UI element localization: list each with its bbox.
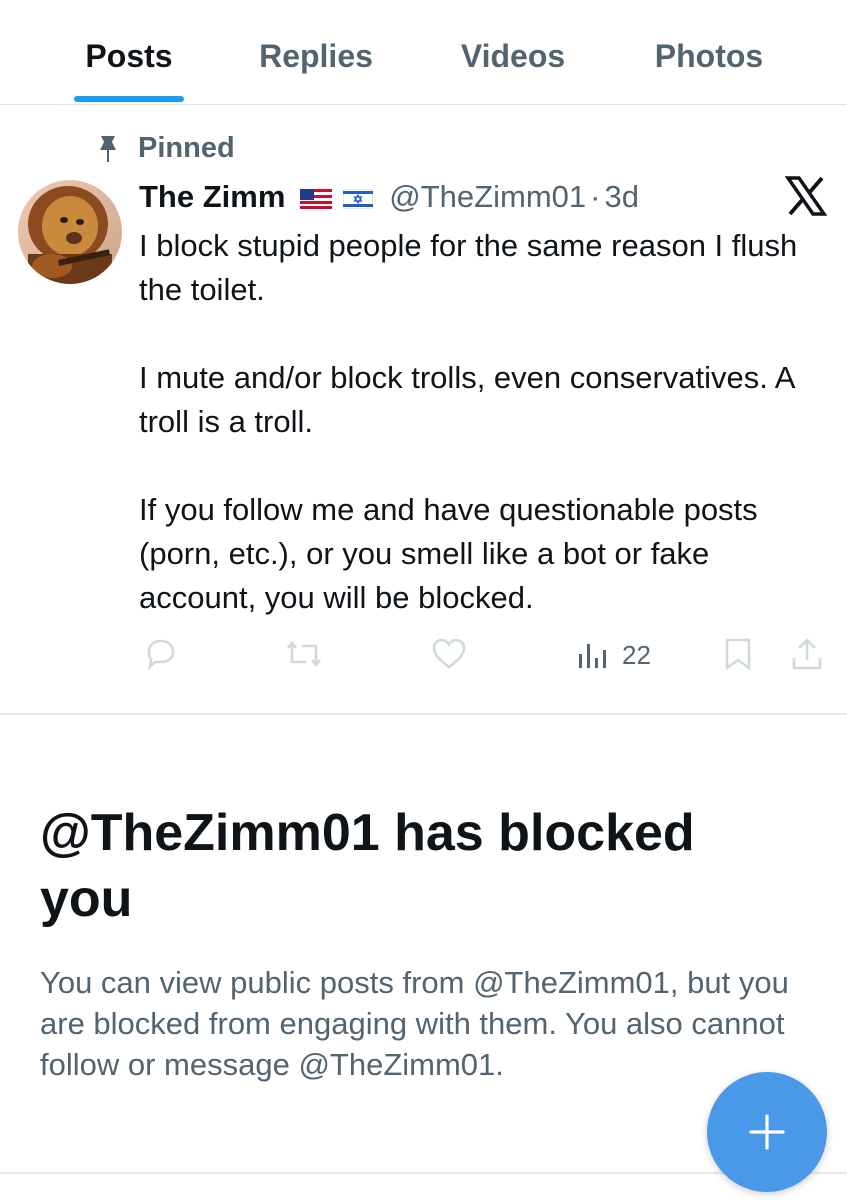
like-icon [432, 638, 466, 669]
post-paragraph: I mute and/or block trolls, even conserv… [139, 360, 794, 439]
views-icon [579, 644, 606, 668]
user-handle[interactable]: @TheZimm01 [389, 179, 586, 214]
post-paragraph: If you follow me and have questionable p… [139, 492, 758, 615]
views-button[interactable] [577, 636, 609, 676]
post-paragraph: I block stupid people for the same reaso… [139, 228, 798, 307]
bookmark-button[interactable] [722, 636, 754, 676]
active-tab-indicator [74, 96, 184, 102]
post-text: I block stupid people for the same reaso… [139, 224, 829, 620]
israel-flag-icon [342, 188, 373, 209]
share-icon [792, 638, 822, 670]
tab-videos[interactable]: Videos [446, 36, 580, 76]
separator-dot: · [590, 179, 601, 214]
bottom-divider [0, 1172, 847, 1174]
bookmark-icon [725, 638, 751, 671]
tab-posts[interactable]: Posts [74, 36, 184, 76]
tab-photos[interactable]: Photos [642, 36, 776, 76]
us-flag-icon [300, 188, 333, 209]
profile-tabs: Posts Replies Videos Photos [0, 0, 847, 105]
repost-button[interactable] [284, 636, 324, 676]
like-button[interactable] [430, 636, 468, 676]
plus-icon [749, 1114, 785, 1150]
pinned-label: Pinned [138, 132, 235, 164]
reply-button[interactable] [143, 636, 179, 676]
repost-icon [286, 640, 322, 668]
share-button[interactable] [790, 636, 824, 676]
avatar[interactable] [18, 180, 122, 284]
blocked-description: You can view public posts from @TheZimm0… [40, 965, 789, 1082]
tab-replies[interactable]: Replies [246, 36, 386, 76]
post-header: The Zimm @TheZimm01 · 3d [139, 176, 639, 218]
x-logo-icon [785, 176, 827, 216]
reply-icon [147, 639, 175, 671]
blocked-title: @TheZimm01 has blocked you [40, 804, 695, 928]
post-divider [0, 713, 847, 715]
views-count: 22 [622, 640, 651, 670]
compose-post-button[interactable] [707, 1072, 827, 1192]
display-name[interactable]: The Zimm [139, 179, 285, 214]
pin-icon [100, 136, 116, 162]
post-time[interactable]: 3d [604, 179, 638, 214]
